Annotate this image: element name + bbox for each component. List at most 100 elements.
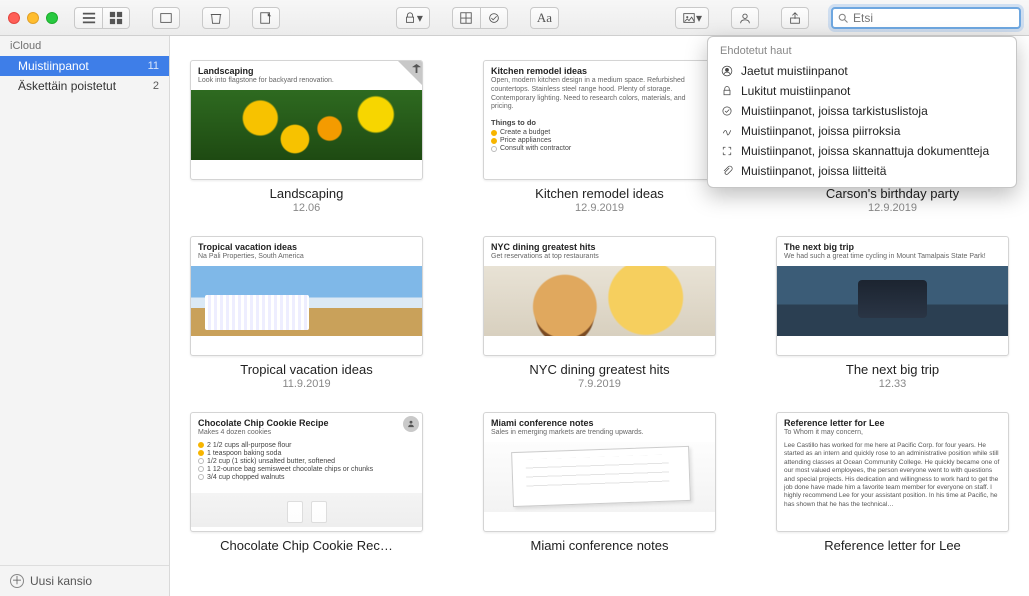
search-suggestions-popover: Ehdotetut haut Jaetut muistiinpanot Lukit… xyxy=(707,36,1017,188)
note-card[interactable]: LandscapingLook into flagstone for backy… xyxy=(190,60,423,214)
checklist-icon xyxy=(720,105,733,118)
pin-icon xyxy=(397,60,423,86)
note-title: Kitchen remodel ideas xyxy=(483,186,716,201)
note-title: Tropical vacation ideas xyxy=(190,362,423,377)
thumb-subtitle: Makes 4 dozen cookies xyxy=(191,429,422,442)
lock-icon xyxy=(720,85,733,98)
thumb-title: The next big trip xyxy=(777,237,1008,253)
titlebar: ▾ Aa ▾ xyxy=(0,0,1029,36)
delete-note-button[interactable] xyxy=(202,7,230,29)
suggestion-label: Muistiinpanot, joissa liitteitä xyxy=(741,164,886,178)
checklist-button[interactable] xyxy=(480,7,508,29)
new-folder-label: Uusi kansio xyxy=(30,574,92,588)
thumb-title: NYC dining greatest hits xyxy=(484,237,715,253)
minimize-window-button[interactable] xyxy=(27,12,39,24)
sidebar-item-label: Äskettäin poistetut xyxy=(18,79,116,93)
sidebar-item-label: Muistiinpanot xyxy=(18,59,89,73)
suggestion-item[interactable]: Muistiinpanot, joissa liitteitä xyxy=(708,161,1016,181)
thumb-subtitle: Open, modern kitchen design in a medium … xyxy=(484,77,715,116)
suggestion-item[interactable]: Jaetut muistiinpanot xyxy=(708,61,1016,81)
suggestions-header: Ehdotetut haut xyxy=(708,43,1016,61)
note-card[interactable]: Reference letter for LeeTo Whom it may c… xyxy=(776,412,1009,553)
suggestion-label: Muistiinpanot, joissa piirroksia xyxy=(741,124,900,138)
note-thumbnail: Kitchen remodel ideasOpen, modern kitche… xyxy=(483,60,716,180)
note-title: NYC dining greatest hits xyxy=(483,362,716,377)
suggestion-label: Muistiinpanot, joissa skannattuja dokume… xyxy=(741,144,989,158)
thumb-subtitle: We had such a great time cycling in Moun… xyxy=(777,253,1008,266)
table-button[interactable] xyxy=(452,7,480,29)
note-title: Landscaping xyxy=(190,186,423,201)
new-note-button[interactable] xyxy=(252,7,280,29)
plus-circle-icon: ＋ xyxy=(10,574,24,588)
thumb-subtitle: Na Pali Properties, South America xyxy=(191,253,422,266)
note-thumbnail: Chocolate Chip Cookie RecipeMakes 4 doze… xyxy=(190,412,423,532)
thumb-body: Lee Castillo has worked for me here at P… xyxy=(777,442,1008,510)
zoom-window-button[interactable] xyxy=(46,12,58,24)
format-button[interactable]: Aa xyxy=(530,7,559,29)
thumb-subtitle: To Whom it may concern, xyxy=(777,429,1008,442)
thumb-subtitle: Look into flagstone for backyard renovat… xyxy=(191,77,422,90)
new-folder-button[interactable]: ＋ Uusi kansio xyxy=(0,565,169,596)
thumb-title: Reference letter for Lee xyxy=(777,413,1008,429)
collaborate-button[interactable] xyxy=(731,7,759,29)
note-card[interactable]: Tropical vacation ideas Na Pali Propertie… xyxy=(190,236,423,390)
note-card[interactable]: Miami conference notesSales in emerging … xyxy=(483,412,716,553)
scan-icon xyxy=(720,145,733,158)
suggestion-item[interactable]: Lukitut muistiinpanot xyxy=(708,81,1016,101)
sidebar: iCloud Muistiinpanot 11 Äskettäin poiste… xyxy=(0,36,170,596)
sidebar-item-recently-deleted[interactable]: Äskettäin poistetut 2 xyxy=(0,76,169,96)
note-date: 11.9.2019 xyxy=(190,378,423,390)
view-mode-group xyxy=(74,7,130,29)
shared-badge-icon xyxy=(403,416,419,432)
thumb-title: Kitchen remodel ideas xyxy=(484,61,715,77)
note-card[interactable]: NYC dining greatest hitsGet reservations… xyxy=(483,236,716,390)
note-card[interactable]: Chocolate Chip Cookie RecipeMakes 4 doze… xyxy=(190,412,423,553)
attachments-button[interactable] xyxy=(152,7,180,29)
suggestion-item[interactable]: Muistiinpanot, joissa skannattuja dokume… xyxy=(708,141,1016,161)
suggestion-label: Jaetut muistiinpanot xyxy=(741,64,848,78)
note-date: 12.33 xyxy=(776,378,1009,390)
thumb-title: Miami conference notes xyxy=(484,413,715,429)
list-view-button[interactable] xyxy=(74,7,102,29)
note-card[interactable]: The next big tripWe had such a great tim… xyxy=(776,236,1009,390)
suggestion-item[interactable]: Muistiinpanot, joissa piirroksia xyxy=(708,121,1016,141)
note-thumbnail: Tropical vacation ideasNa Pali Propertie… xyxy=(190,236,423,356)
thumb-subtitle: Get reservations at top restaurants xyxy=(484,253,715,266)
note-title: The next big trip xyxy=(776,362,1009,377)
search-icon xyxy=(837,12,849,24)
sidebar-section-header: iCloud xyxy=(0,36,169,56)
sidebar-item-count: 11 xyxy=(148,60,159,72)
suggestion-label: Lukitut muistiinpanot xyxy=(741,84,850,98)
gallery-view-button[interactable] xyxy=(102,7,130,29)
note-date: 7.9.2019 xyxy=(483,378,716,390)
share-button[interactable] xyxy=(781,7,809,29)
search-input[interactable] xyxy=(853,11,1015,25)
note-thumbnail: LandscapingLook into flagstone for backy… xyxy=(190,60,423,180)
paperclip-icon xyxy=(720,165,733,178)
note-card[interactable]: Kitchen remodel ideasOpen, modern kitche… xyxy=(483,60,716,214)
sidebar-item-notes[interactable]: Muistiinpanot 11 xyxy=(0,56,169,76)
note-title: Reference letter for Lee xyxy=(776,538,1009,553)
note-date: 12.06 xyxy=(190,202,423,214)
person-circle-icon xyxy=(720,65,733,78)
sidebar-item-count: 2 xyxy=(153,80,159,92)
thumb-title: Landscaping xyxy=(191,61,422,77)
thumb-subtitle: Sales in emerging markets are trending u… xyxy=(484,429,715,442)
suggestion-item[interactable]: Muistiinpanot, joissa tarkistuslistoja xyxy=(708,101,1016,121)
note-thumbnail: NYC dining greatest hitsGet reservations… xyxy=(483,236,716,356)
suggestion-label: Muistiinpanot, joissa tarkistuslistoja xyxy=(741,104,928,118)
note-thumbnail: Reference letter for LeeTo Whom it may c… xyxy=(776,412,1009,532)
window-controls xyxy=(8,12,58,24)
note-title: Chocolate Chip Cookie Rec… xyxy=(190,538,423,553)
search-field[interactable] xyxy=(831,7,1021,29)
media-button[interactable]: ▾ xyxy=(675,7,709,29)
note-date: 12.9.2019 xyxy=(483,202,716,214)
scribble-icon xyxy=(720,125,733,138)
lock-button[interactable]: ▾ xyxy=(396,7,430,29)
note-thumbnail: The next big tripWe had such a great tim… xyxy=(776,236,1009,356)
note-title: Miami conference notes xyxy=(483,538,716,553)
note-thumbnail: Miami conference notesSales in emerging … xyxy=(483,412,716,532)
close-window-button[interactable] xyxy=(8,12,20,24)
thumb-title: Chocolate Chip Cookie Recipe xyxy=(191,413,422,429)
note-title: Carson's birthday party xyxy=(776,186,1009,201)
